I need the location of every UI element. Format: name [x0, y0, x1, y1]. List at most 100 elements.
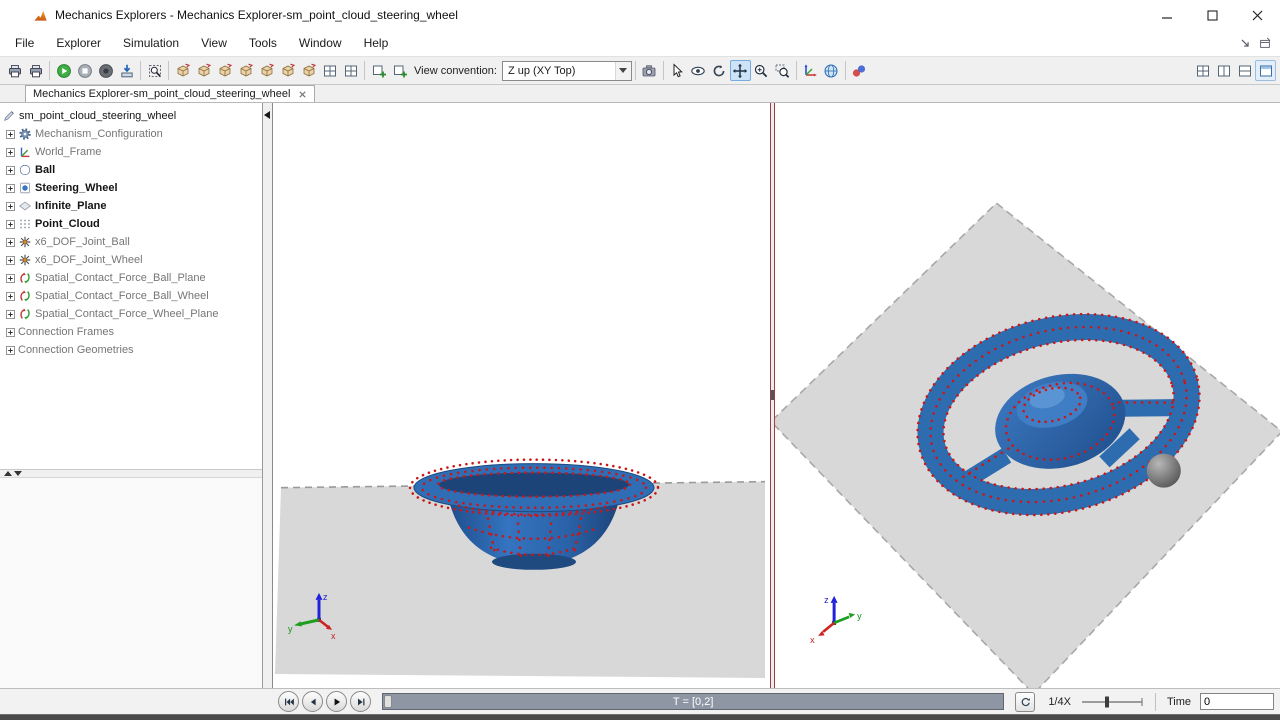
expand-icon[interactable] — [6, 328, 15, 337]
loop-playback-button[interactable] — [1015, 691, 1036, 712]
layout-grid-icon[interactable] — [1192, 60, 1213, 81]
print-icon[interactable] — [4, 60, 25, 81]
view-left-icon[interactable] — [256, 60, 277, 81]
tree-item[interactable]: x6_DOF_Joint_Ball — [0, 233, 262, 251]
expand-icon[interactable] — [6, 220, 15, 229]
viewport-left-scene: z y x — [275, 458, 766, 678]
show-world-icon[interactable] — [821, 60, 842, 81]
tree-item[interactable]: Connection Frames — [0, 323, 262, 341]
view-isometric-icon[interactable] — [298, 60, 319, 81]
ball-model — [1146, 453, 1181, 488]
tree-item[interactable]: Spatial_Contact_Force_Ball_Plane — [0, 269, 262, 287]
tree-item[interactable]: x6_DOF_Joint_Wheel — [0, 251, 262, 269]
view-top-icon[interactable] — [214, 60, 235, 81]
examine-tool-icon[interactable] — [688, 60, 709, 81]
view-back-icon[interactable] — [193, 60, 214, 81]
force-icon — [18, 271, 32, 285]
fit-to-view-icon[interactable] — [144, 60, 165, 81]
tree-item[interactable]: Connection Geometries — [0, 341, 262, 359]
tab-mechanics-explorer[interactable]: Mechanics Explorer-sm_point_cloud_steeri… — [25, 85, 316, 102]
expand-icon[interactable] — [6, 184, 15, 193]
expand-icon[interactable] — [6, 148, 15, 157]
time-slider[interactable]: T = [0,2] — [382, 693, 1005, 710]
pane-layout-icon[interactable] — [340, 60, 361, 81]
layout-columns-icon[interactable] — [1213, 60, 1234, 81]
select-tool-icon[interactable] — [667, 60, 688, 81]
view-bottom-icon[interactable] — [235, 60, 256, 81]
tree-item[interactable]: Infinite_Plane — [0, 197, 262, 215]
close-button[interactable] — [1235, 0, 1280, 30]
expand-icon[interactable] — [6, 130, 15, 139]
tree-item-label: Mechanism_Configuration — [35, 128, 163, 140]
tree-item[interactable]: Mechanism_Configuration — [0, 125, 262, 143]
expand-icon[interactable] — [6, 256, 15, 265]
splitter-up-icon[interactable] — [4, 471, 12, 476]
menu-explorer[interactable]: Explorer — [45, 32, 112, 54]
dock-icon[interactable] — [1258, 36, 1272, 50]
record-icon[interactable] — [95, 60, 116, 81]
print-preview-icon[interactable] — [25, 60, 46, 81]
camera-manager-icon[interactable] — [639, 60, 660, 81]
viewport-right[interactable]: z y x — [775, 103, 1280, 688]
step-forward-button[interactable] — [350, 691, 371, 712]
tree-item[interactable]: Point_Cloud — [0, 215, 262, 233]
view-convention-label: View convention: — [414, 64, 497, 77]
pan-tool-icon[interactable] — [729, 60, 751, 81]
menu-file[interactable]: File — [4, 32, 45, 54]
panel-splitter[interactable] — [0, 469, 262, 478]
expand-icon[interactable] — [6, 238, 15, 247]
time-slider-handle[interactable] — [384, 695, 392, 708]
expand-icon[interactable] — [6, 274, 15, 283]
play-button[interactable] — [326, 691, 347, 712]
menu-view[interactable]: View — [190, 32, 238, 54]
zoom-region-tool-icon[interactable] — [772, 60, 793, 81]
menu-help[interactable]: Help — [353, 32, 400, 54]
tab-close-icon[interactable] — [298, 90, 307, 99]
expand-icon[interactable] — [6, 166, 15, 175]
menu-window[interactable]: Window — [288, 32, 353, 54]
speed-slider-handle[interactable] — [1104, 696, 1109, 707]
view-right-icon[interactable] — [277, 60, 298, 81]
tree-item-root[interactable]: sm_point_cloud_steering_wheel — [0, 107, 262, 125]
add-viewpoint-icon[interactable] — [368, 60, 389, 81]
zoom-tool-icon[interactable] — [751, 60, 772, 81]
dropdown-caret-icon[interactable] — [614, 61, 631, 80]
undock-icon[interactable] — [1238, 36, 1252, 50]
viewport-left[interactable]: z y x — [272, 103, 770, 688]
stop-simulation-icon[interactable] — [74, 60, 95, 81]
view-front-icon[interactable] — [172, 60, 193, 81]
tree-item[interactable]: Spatial_Contact_Force_Ball_Wheel — [0, 287, 262, 305]
rotate-tool-icon[interactable] — [709, 60, 730, 81]
split-panes-icon[interactable] — [319, 60, 340, 81]
splitter-down-icon[interactable] — [14, 471, 22, 476]
minimize-button[interactable] — [1145, 0, 1190, 30]
show-frames-icon[interactable] — [800, 60, 821, 81]
step-back-button[interactable] — [302, 691, 323, 712]
restore-viewpoint-icon[interactable] — [389, 60, 410, 81]
expand-icon[interactable] — [6, 202, 15, 211]
show-com-icon[interactable] — [849, 60, 870, 81]
layout-rows-icon[interactable] — [1234, 60, 1255, 81]
collapse-panel-icon[interactable] — [264, 111, 270, 119]
expand-icon[interactable] — [6, 346, 15, 355]
export-video-icon[interactable] — [116, 60, 137, 81]
tree-item[interactable]: Spatial_Contact_Force_Wheel_Plane — [0, 305, 262, 323]
tree-item[interactable]: World_Frame — [0, 143, 262, 161]
expand-icon[interactable] — [6, 310, 15, 319]
view-convention-dropdown[interactable]: Z up (XY Top) — [501, 60, 632, 81]
time-input[interactable] — [1200, 693, 1274, 710]
tree-item[interactable]: Steering_Wheel — [0, 179, 262, 197]
tree-item-label: Steering_Wheel — [35, 182, 118, 194]
menu-simulation[interactable]: Simulation — [112, 32, 190, 54]
layout-single-icon[interactable] — [1255, 60, 1276, 81]
menu-tools[interactable]: Tools — [238, 32, 288, 54]
view-convention-value: Z up (XY Top) — [507, 64, 576, 77]
expand-icon[interactable] — [6, 292, 15, 301]
tree-item[interactable]: Ball — [0, 161, 262, 179]
play-simulation-icon[interactable] — [53, 60, 74, 81]
body-icon — [18, 181, 32, 195]
speed-slider[interactable] — [1080, 694, 1144, 710]
go-to-start-button[interactable] — [278, 691, 299, 712]
tree-collapse-gutter[interactable] — [263, 103, 272, 688]
maximize-button[interactable] — [1190, 0, 1235, 30]
